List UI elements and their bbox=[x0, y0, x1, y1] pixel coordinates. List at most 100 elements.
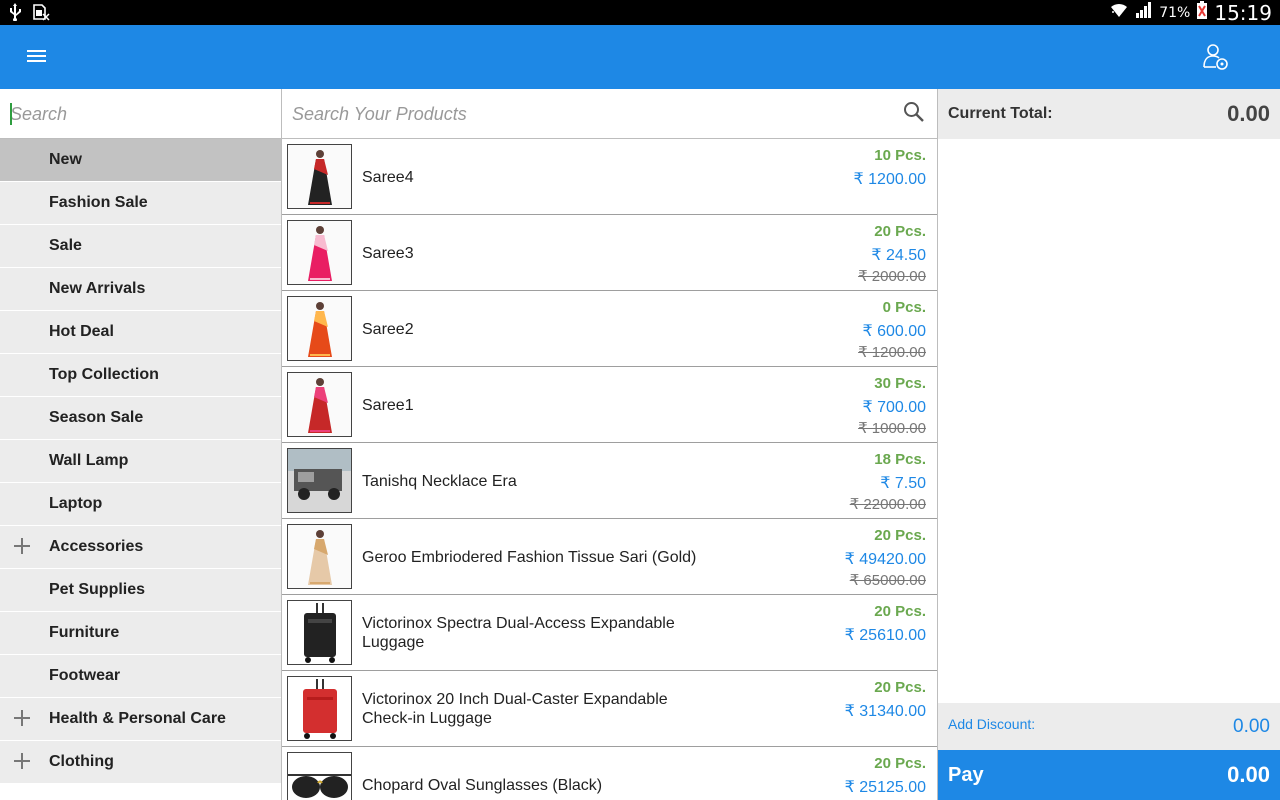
product-stock: 0 Pcs. bbox=[882, 299, 926, 316]
product-list: Saree4 10 Pcs. ₹ 1200.00 Saree3 20 Pcs. ₹ 24.… bbox=[282, 139, 937, 800]
product-row[interactable]: Victorinox Spectra Dual-Access Expandabl… bbox=[282, 595, 937, 671]
product-row[interactable]: Tanishq Necklace Era 18 Pcs. ₹ 7.50 ₹ 22000… bbox=[282, 443, 937, 519]
category-item[interactable]: New Arrivals bbox=[0, 268, 281, 311]
category-item[interactable]: Fashion Sale bbox=[0, 182, 281, 225]
expand-plus-icon[interactable] bbox=[14, 538, 30, 554]
expand-plus-icon[interactable] bbox=[14, 710, 30, 726]
product-search-input[interactable] bbox=[292, 101, 882, 127]
product-price: ₹ 25610.00 bbox=[844, 627, 926, 644]
status-bar-left bbox=[8, 3, 50, 26]
cart-panel: Current Total: 0.00 Add Discount: 0.00 P… bbox=[938, 89, 1280, 800]
product-row[interactable]: Saree2 0 Pcs. ₹ 600.00 ₹ 1200.00 bbox=[282, 291, 937, 367]
category-label: Top Collection bbox=[49, 366, 159, 383]
product-price: ₹ 7.50 bbox=[880, 475, 926, 492]
product-image bbox=[287, 600, 352, 665]
sim-missing-icon bbox=[32, 3, 50, 26]
product-stock: 20 Pcs. bbox=[874, 755, 926, 772]
category-item[interactable]: Health & Personal Care bbox=[0, 698, 281, 741]
category-label: Pet Supplies bbox=[49, 581, 146, 598]
product-row[interactable]: Victorinox 20 Inch Dual-Caster Expandabl… bbox=[282, 671, 937, 747]
category-label: New bbox=[49, 151, 82, 168]
pay-amount: 0.00 bbox=[1227, 762, 1270, 787]
product-original-price: ₹ 65000.00 bbox=[849, 572, 926, 589]
product-row[interactable]: Chopard Oval Sunglasses (Black) 20 Pcs. ₹ … bbox=[282, 747, 937, 800]
product-panel: Saree4 10 Pcs. ₹ 1200.00 Saree3 20 Pcs. ₹ 24.… bbox=[282, 89, 938, 800]
category-label: New Arrivals bbox=[49, 280, 146, 297]
category-item[interactable]: Season Sale bbox=[0, 397, 281, 440]
category-item[interactable]: Footwear bbox=[0, 655, 281, 698]
product-image bbox=[287, 372, 352, 437]
customer-settings-icon[interactable] bbox=[1202, 43, 1230, 71]
category-search-bar bbox=[0, 89, 281, 139]
category-label: Furniture bbox=[49, 624, 120, 641]
category-item[interactable]: Pet Supplies bbox=[0, 569, 281, 612]
search-icon[interactable] bbox=[903, 101, 925, 123]
product-stock: 30 Pcs. bbox=[874, 375, 926, 392]
product-price: ₹ 31340.00 bbox=[844, 703, 926, 720]
product-stock: 20 Pcs. bbox=[874, 679, 926, 696]
app-bar bbox=[0, 25, 1280, 89]
signal-icon bbox=[1135, 1, 1153, 24]
product-original-price: ₹ 2000.00 bbox=[858, 268, 926, 285]
product-name: Tanishq Necklace Era bbox=[362, 472, 517, 490]
product-stock: 20 Pcs. bbox=[874, 603, 926, 620]
category-list: New Fashion Sale Sale New Arrivals Hot Deal T… bbox=[0, 139, 281, 784]
category-item[interactable]: Laptop bbox=[0, 483, 281, 526]
category-label: Health & Personal Care bbox=[49, 710, 226, 727]
product-image bbox=[287, 144, 352, 209]
product-name: Geroo Embriodered Fashion Tissue Sari (G… bbox=[362, 548, 697, 566]
product-row[interactable]: Saree3 20 Pcs. ₹ 24.50 ₹ 2000.00 bbox=[282, 215, 937, 291]
product-name: Saree3 bbox=[362, 244, 414, 262]
category-item[interactable]: Hot Deal bbox=[0, 311, 281, 354]
add-discount-label: Add Discount: bbox=[948, 716, 1036, 732]
product-original-price: ₹ 1200.00 bbox=[858, 344, 926, 361]
menu-icon[interactable] bbox=[22, 47, 50, 67]
usb-icon bbox=[8, 3, 22, 26]
category-item[interactable]: Furniture bbox=[0, 612, 281, 655]
product-name: Saree2 bbox=[362, 320, 414, 338]
product-row[interactable]: Geroo Embriodered Fashion Tissue Sari (G… bbox=[282, 519, 937, 595]
product-image bbox=[287, 524, 352, 589]
product-price: ₹ 1200.00 bbox=[853, 171, 926, 188]
category-item[interactable]: New bbox=[0, 139, 281, 182]
current-total-value: 0.00 bbox=[1227, 101, 1270, 126]
battery-percent: 71% bbox=[1159, 4, 1191, 21]
category-item[interactable]: Accessories bbox=[0, 526, 281, 569]
product-stock: 18 Pcs. bbox=[874, 451, 926, 468]
current-total-label: Current Total: bbox=[948, 105, 1053, 122]
status-bar: 71% 15:19 bbox=[0, 0, 1280, 25]
product-name: Victorinox 20 Inch Dual-Caster Expandabl… bbox=[362, 691, 668, 727]
pay-label: Pay bbox=[948, 764, 984, 786]
category-item[interactable]: Wall Lamp bbox=[0, 440, 281, 483]
text-cursor bbox=[10, 103, 12, 125]
pay-button[interactable]: Pay 0.00 bbox=[938, 750, 1280, 800]
category-label: Footwear bbox=[49, 667, 121, 684]
product-row[interactable]: Saree4 10 Pcs. ₹ 1200.00 bbox=[282, 139, 937, 215]
product-name: Saree1 bbox=[362, 396, 414, 414]
product-stock: 10 Pcs. bbox=[874, 147, 926, 164]
discount-value: 0.00 bbox=[1233, 716, 1270, 737]
category-label: Sale bbox=[49, 237, 82, 254]
product-original-price: ₹ 22000.00 bbox=[849, 496, 926, 513]
status-bar-right: 71% 15:19 bbox=[1109, 0, 1272, 25]
product-stock: 20 Pcs. bbox=[874, 223, 926, 240]
category-label: Hot Deal bbox=[49, 323, 114, 340]
add-discount-button[interactable]: Add Discount: 0.00 bbox=[938, 703, 1280, 750]
category-item[interactable]: Clothing bbox=[0, 741, 281, 784]
product-image bbox=[287, 448, 352, 513]
category-search-input[interactable] bbox=[10, 101, 270, 127]
category-item[interactable]: Top Collection bbox=[0, 354, 281, 397]
category-label: Clothing bbox=[49, 753, 114, 770]
category-panel: New Fashion Sale Sale New Arrivals Hot Deal T… bbox=[0, 89, 282, 800]
product-price: ₹ 25125.00 bbox=[844, 779, 926, 796]
product-image bbox=[287, 676, 352, 741]
category-item[interactable]: Sale bbox=[0, 225, 281, 268]
product-name: Saree4 bbox=[362, 168, 414, 186]
category-label: Accessories bbox=[49, 538, 144, 555]
product-price: ₹ 24.50 bbox=[871, 247, 926, 264]
product-image bbox=[287, 752, 352, 800]
clock: 15:19 bbox=[1214, 0, 1272, 25]
product-row[interactable]: Saree1 30 Pcs. ₹ 700.00 ₹ 1000.00 bbox=[282, 367, 937, 443]
category-label: Wall Lamp bbox=[49, 452, 129, 469]
expand-plus-icon[interactable] bbox=[14, 753, 30, 769]
